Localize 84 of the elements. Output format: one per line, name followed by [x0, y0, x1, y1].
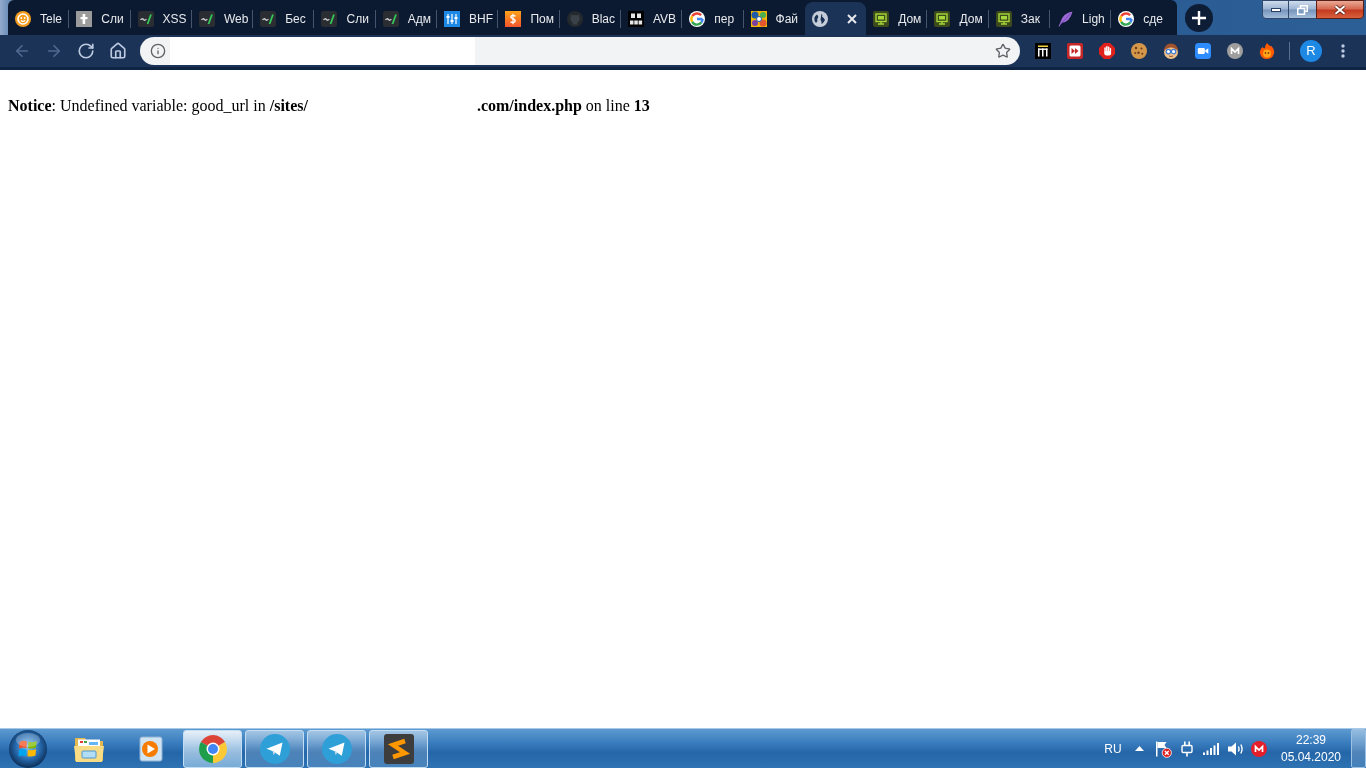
- monitor-icon: [995, 10, 1012, 27]
- forward-arrow-icon: [45, 42, 63, 60]
- browser-tab[interactable]: XSS: [130, 2, 192, 35]
- cookie-icon[interactable]: [1131, 43, 1147, 59]
- browser-tab[interactable]: сде: [1111, 2, 1173, 35]
- zigzag-circle-icon[interactable]: [1251, 740, 1267, 757]
- browser-tab[interactable]: Дом: [927, 2, 989, 35]
- paper-plane-icon: [259, 733, 290, 764]
- mosaic-icon: [750, 10, 767, 27]
- browser-tab[interactable]: Web: [191, 2, 254, 35]
- home-icon: [109, 42, 127, 60]
- paper-plane-icon: [321, 733, 352, 764]
- reload-icon: [77, 42, 95, 60]
- terminal-icon: [382, 10, 399, 27]
- info-icon[interactable]: [150, 43, 166, 59]
- browser-tab[interactable]: Пом: [498, 2, 560, 35]
- browser-tab[interactable]: BHF: [437, 2, 499, 35]
- face-with-glasses-icon[interactable]: [1163, 43, 1179, 59]
- taskbar-app-button[interactable]: [183, 729, 242, 768]
- star-icon: [995, 43, 1011, 59]
- clock-time: 22:39: [1296, 731, 1326, 749]
- video-camera-icon[interactable]: [1195, 43, 1211, 59]
- terminal-icon: [260, 10, 277, 27]
- browser-tab[interactable]: Tele: [8, 2, 70, 35]
- flag-with-cross-icon[interactable]: [1154, 739, 1172, 758]
- smiley-icon: [15, 10, 31, 27]
- three-dots-icon: [1341, 44, 1345, 58]
- browser-tab[interactable]: Бес: [253, 2, 315, 35]
- zigzag-tile-icon: [383, 733, 414, 764]
- browser-tab[interactable]: Сли: [69, 2, 131, 35]
- cat-silhouette-icon: [566, 10, 583, 27]
- close-window-button[interactable]: [1316, 0, 1364, 19]
- bars-tile-icon[interactable]: [1035, 43, 1051, 59]
- restore-icon: [1297, 4, 1308, 15]
- ring-logo-icon: [1118, 10, 1135, 27]
- browser-tab[interactable]: Фай: [743, 2, 805, 35]
- signal-bars-icon[interactable]: [1203, 742, 1219, 755]
- caret-up-icon: [1134, 746, 1144, 751]
- monitor-icon: [934, 10, 951, 27]
- wheel-logo-icon: [197, 733, 228, 764]
- flame-face-icon[interactable]: [1259, 43, 1275, 59]
- profile-avatar-button[interactable]: R: [1300, 40, 1322, 62]
- terminal-icon: [198, 10, 215, 27]
- browser-tab[interactable]: [804, 2, 867, 35]
- browser-tab[interactable]: Адм: [375, 2, 438, 35]
- browser-tab[interactable]: Ligh: [1050, 2, 1112, 35]
- close-icon: [1334, 4, 1346, 15]
- plug-icon[interactable]: [1179, 740, 1195, 757]
- close-icon: [847, 13, 858, 24]
- terminal-icon: [137, 10, 154, 27]
- browser-tab[interactable]: AVB: [620, 2, 683, 35]
- restore-button[interactable]: [1289, 0, 1316, 19]
- speaker-icon[interactable]: [1226, 740, 1244, 757]
- browser-tab[interactable]: Дом: [866, 2, 928, 35]
- language-indicator[interactable]: RU: [1099, 741, 1127, 756]
- php-notice-text: Notice: Undefined variable: good_url in /sites/ .com/index.php on line 13: [8, 97, 650, 115]
- browser-tab[interactable]: Blac: [559, 2, 621, 35]
- plus-icon: [1191, 10, 1206, 25]
- tile-icon: [76, 10, 93, 27]
- bookmark-button[interactable]: [995, 43, 1011, 59]
- browser-tab[interactable]: пер: [682, 2, 744, 35]
- browser-tab[interactable]: Сли: [314, 2, 376, 35]
- taskbar-app-button[interactable]: [369, 729, 428, 768]
- tile-icon: [627, 10, 644, 27]
- monitor-icon: [873, 10, 890, 27]
- stop-hand-icon[interactable]: [1099, 43, 1115, 59]
- dollar-icon: [505, 10, 522, 27]
- orb-icon: [9, 729, 47, 768]
- minimize-icon: [1270, 7, 1281, 12]
- taskbar-app-button[interactable]: [245, 729, 304, 768]
- sliders-icon: [444, 10, 461, 27]
- play-icon: [136, 734, 165, 763]
- new-tab-button[interactable]: [1184, 3, 1213, 32]
- terminal-icon: [321, 10, 338, 27]
- fast-forward-icon[interactable]: [1067, 43, 1083, 59]
- globe-icon: [811, 10, 828, 27]
- feather-icon: [1057, 10, 1074, 27]
- ring-logo-icon: [689, 10, 706, 27]
- minimize-button[interactable]: [1262, 0, 1289, 19]
- zigzag-circle-icon[interactable]: [1227, 43, 1243, 59]
- address-bar-field[interactable]: [140, 37, 1020, 65]
- browser-tab[interactable]: Зак: [988, 2, 1051, 35]
- taskbar-app-button[interactable]: [307, 729, 366, 768]
- clock-date: 05.04.2020: [1280, 748, 1342, 766]
